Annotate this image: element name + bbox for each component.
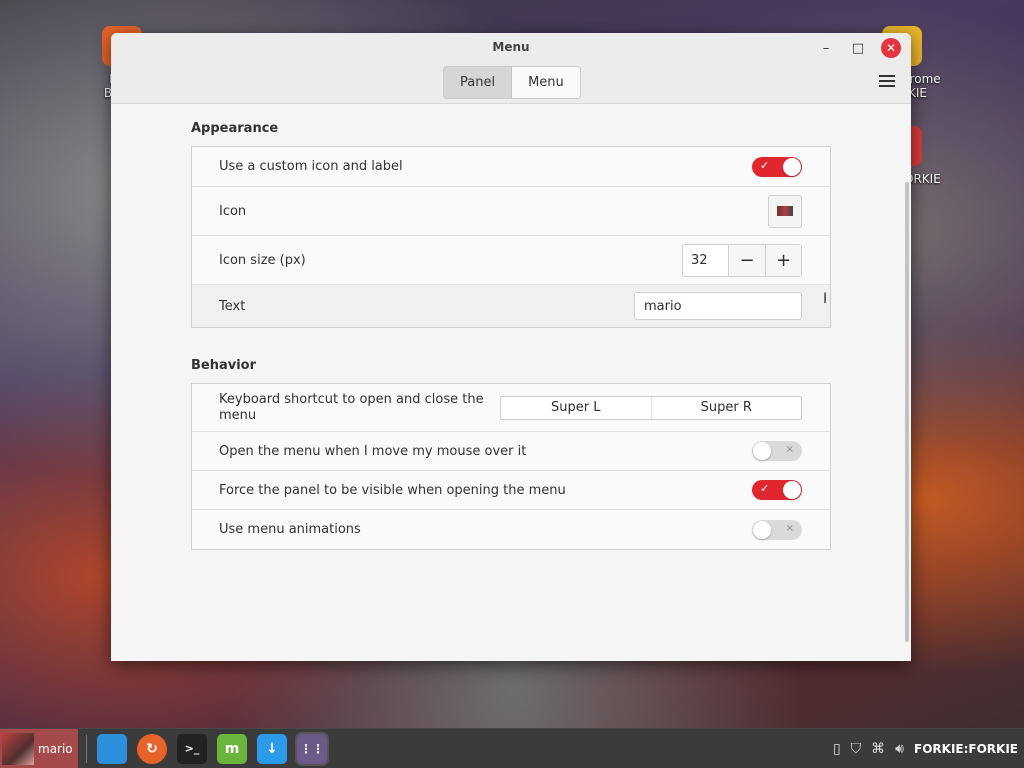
hover-open-toggle[interactable]: × — [752, 441, 802, 461]
icon-size-label: Icon size (px) — [219, 252, 306, 268]
system-tray: ▯ ⛉ ⌘ 🔊︎ FORKIE:FORKIE — [833, 729, 1018, 768]
icon-size-input[interactable]: 32 — [683, 244, 729, 276]
custom-icon-label: Use a custom icon and label — [219, 159, 403, 174]
user-name: mario — [38, 741, 73, 756]
force-panel-label: Force the panel to be visible when openi… — [219, 482, 566, 498]
row-icon: Icon — [192, 187, 830, 236]
mouse-cursor-icon: I — [823, 291, 828, 307]
row-text: Text mario I — [192, 285, 830, 327]
taskbar-separator — [86, 734, 87, 763]
menu-settings-window: Menu – □ ✕ Panel Menu Appearance Use a c… — [111, 33, 911, 661]
row-animations: Use menu animations × — [192, 510, 830, 549]
row-icon-size: Icon size (px) 32 − + — [192, 236, 830, 285]
icon-size-stepper: 32 − + — [682, 243, 802, 277]
force-panel-toggle[interactable]: ✓ — [752, 480, 802, 500]
maximize-button[interactable]: □ — [849, 39, 867, 57]
keybinding-primary[interactable]: Super L — [501, 397, 651, 419]
icon-label: Icon — [219, 203, 247, 219]
keyboard-shortcut-label-line1: Keyboard shortcut to open and close the — [219, 391, 484, 407]
tab-panel[interactable]: Panel — [444, 67, 513, 98]
row-hover-open: Open the menu when I move my mouse over … — [192, 432, 830, 471]
row-force-panel: Force the panel to be visible when openi… — [192, 471, 830, 510]
section-title-appearance: Appearance — [191, 121, 279, 136]
minimize-button[interactable]: – — [817, 39, 835, 57]
toggle-knob — [753, 442, 771, 460]
stack-switcher: Panel Menu — [443, 66, 581, 99]
decrement-button[interactable]: − — [729, 244, 765, 276]
row-keyboard-shortcut: Keyboard shortcut to open and close the … — [192, 384, 830, 432]
window-title: Menu — [492, 40, 530, 54]
custom-icon-toggle[interactable]: ✓ — [752, 156, 802, 177]
window-controls: – □ ✕ — [817, 38, 901, 58]
row-custom-icon: Use a custom icon and label ✓ — [192, 147, 830, 187]
animations-toggle[interactable]: × — [752, 519, 802, 540]
download-icon[interactable]: ↓ — [257, 733, 287, 764]
user-menu-button[interactable]: mario — [0, 728, 78, 768]
apps-grid-icon[interactable]: ⋮⋮ — [295, 731, 329, 766]
toggle-knob — [753, 520, 771, 539]
avatar — [2, 732, 34, 765]
animations-label: Use menu animations — [219, 522, 361, 537]
toggle-knob — [783, 157, 801, 176]
x-icon: × — [785, 522, 794, 534]
keybinding-widget: Super L Super R — [500, 395, 802, 420]
section-title-behavior: Behavior — [191, 358, 257, 373]
keybinding-secondary[interactable]: Super R — [650, 396, 802, 419]
hostname-label: FORKIE:FORKIE — [914, 742, 1018, 756]
tab-menu[interactable]: Menu — [512, 67, 580, 98]
shield-icon[interactable]: ⛉ — [851, 741, 862, 757]
x-icon: × — [785, 444, 794, 455]
taskbar: mario ↻ >_ m ↓ ⋮⋮ ▯ ⛉ ⌘ 🔊︎ FORKIE:FORKIE — [0, 728, 1024, 768]
hamburger-menu-icon[interactable] — [879, 75, 895, 90]
check-icon: ✓ — [760, 158, 770, 172]
clipboard-icon[interactable]: ▯ — [833, 741, 841, 757]
terminal-icon[interactable]: >_ — [177, 733, 207, 764]
text-label: Text — [219, 298, 246, 314]
vertical-scrollbar[interactable] — [905, 182, 909, 642]
behavior-frame: Keyboard shortcut to open and close the … — [191, 383, 831, 550]
settings-content: Appearance Use a custom icon and label ✓… — [111, 104, 911, 661]
close-button[interactable]: ✕ — [881, 38, 901, 58]
volume-icon[interactable]: 🔊︎ — [895, 741, 904, 757]
network-icon[interactable]: ⌘ — [871, 741, 885, 757]
menu-icon-preview — [777, 206, 793, 216]
text-input[interactable]: mario — [634, 292, 802, 320]
mintinstall-icon[interactable]: m — [217, 733, 247, 764]
hover-open-label: Open the menu when I move my mouse over … — [219, 443, 527, 459]
titlebar: Menu – □ ✕ Panel Menu — [111, 33, 911, 104]
keyboard-shortcut-label-line2: menu — [219, 407, 257, 423]
updater-icon[interactable]: ↻ — [137, 733, 167, 764]
toggle-knob — [783, 481, 801, 499]
icon-chooser-button[interactable] — [768, 194, 802, 228]
appearance-frame: Use a custom icon and label ✓ Icon Icon … — [191, 146, 831, 328]
files-icon[interactable] — [97, 733, 127, 764]
keyboard-shortcut-label: Keyboard shortcut to open and close the … — [219, 392, 484, 424]
increment-button[interactable]: + — [765, 244, 801, 276]
check-icon: ✓ — [760, 482, 770, 495]
